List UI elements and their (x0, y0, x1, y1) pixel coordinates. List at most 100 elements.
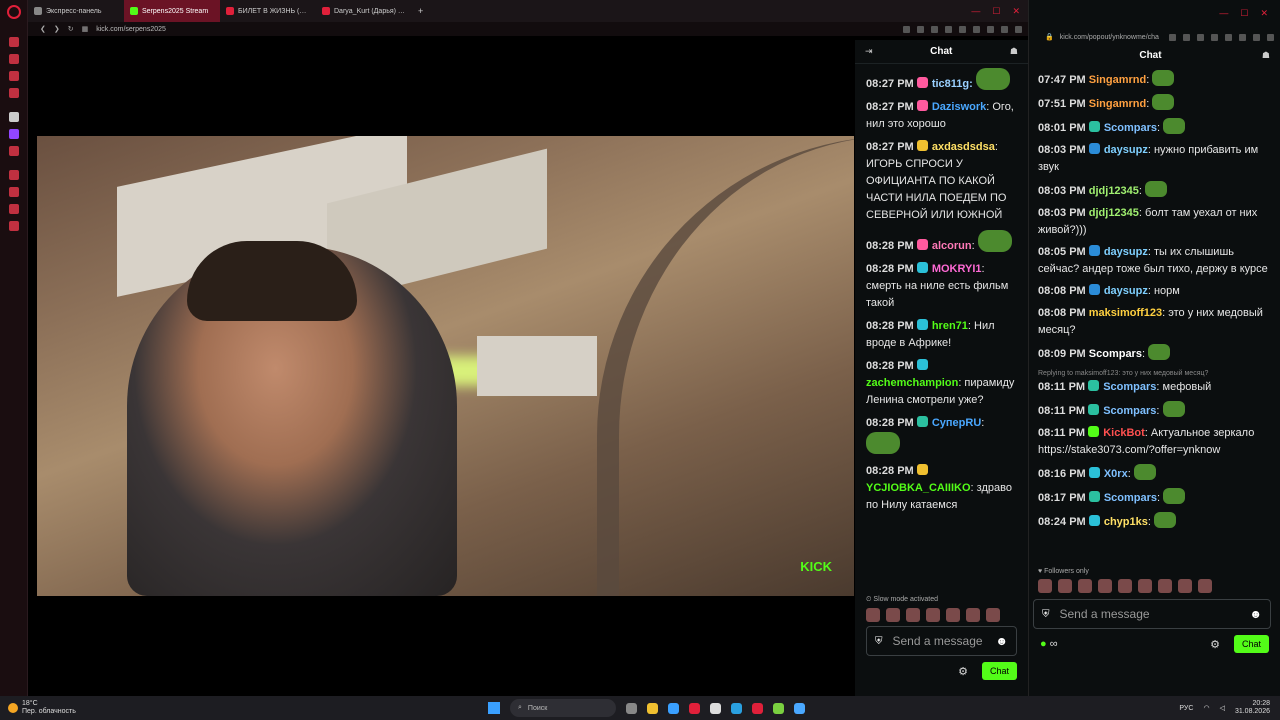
message-username[interactable]: MOKRYI1 (932, 263, 982, 275)
message-username[interactable]: daysupz (1104, 285, 1148, 297)
settings-icon[interactable] (8, 221, 19, 231)
emote-button[interactable] (1078, 579, 1092, 593)
message-username[interactable]: X0rx (1104, 468, 1128, 480)
sidebar-icon[interactable] (8, 146, 19, 156)
gear-icon[interactable]: ⚙ (1210, 638, 1220, 651)
sidebar-icon[interactable] (8, 88, 19, 98)
gear-icon[interactable]: ⚙ (958, 665, 968, 678)
toolbar-icon[interactable] (1267, 33, 1274, 41)
toolbar-icon[interactable] (1169, 33, 1176, 41)
emote-button[interactable] (866, 608, 880, 622)
telegram-icon[interactable] (731, 702, 742, 714)
message-username[interactable]: KickBot (1103, 427, 1145, 439)
wallet-icon[interactable] (973, 25, 980, 33)
toolbar-icon[interactable] (1211, 33, 1218, 41)
message-username[interactable]: Scompars (1104, 492, 1157, 504)
speed-dial-icon[interactable]: ▦ (82, 25, 89, 33)
download-icon[interactable] (1001, 25, 1008, 33)
message-username[interactable]: alcorun (932, 240, 972, 252)
url-field[interactable]: kick.com/serpens2025 (96, 26, 166, 33)
minimize-icon[interactable]: — (1219, 8, 1228, 30)
emote-button[interactable] (1098, 579, 1112, 593)
message-username[interactable]: djdj12345 (1089, 207, 1139, 219)
extension-icon[interactable] (987, 25, 994, 33)
opera-logo-icon[interactable] (6, 5, 21, 19)
explorer-icon[interactable] (647, 702, 658, 714)
toolbar-icon[interactable] (1197, 33, 1204, 41)
message-username[interactable]: tic811g: (932, 78, 973, 90)
taskbar-search[interactable]: ⌕ Поиск (510, 699, 616, 717)
toolbar-icon[interactable] (1253, 33, 1260, 41)
sidebar-icon[interactable] (8, 204, 19, 214)
message-username[interactable]: hren71 (932, 320, 968, 332)
sidebar-icon[interactable] (8, 37, 19, 47)
message-username[interactable]: Scompars (1103, 405, 1156, 417)
app-icon[interactable] (773, 702, 784, 714)
message-username[interactable]: Scompars (1089, 348, 1142, 360)
task-view-icon[interactable] (626, 702, 637, 714)
menu-icon[interactable] (1015, 25, 1022, 33)
language-indicator[interactable]: РУС (1179, 705, 1193, 712)
toolbar-icon[interactable] (1225, 33, 1232, 41)
chrome-icon[interactable] (689, 702, 700, 714)
start-icon[interactable] (488, 702, 500, 714)
users-icon[interactable]: ☗ (1010, 46, 1018, 57)
sidebar-icon[interactable] (8, 71, 19, 81)
camera-icon[interactable] (931, 25, 938, 33)
emote-button[interactable] (946, 608, 960, 622)
popout-chat-input[interactable]: ⛨ Send a message ☻ (1033, 599, 1271, 629)
emoji-icon[interactable]: ☻ (995, 634, 1008, 648)
toolbar-icon[interactable] (1183, 33, 1190, 41)
twitch-icon[interactable] (8, 129, 19, 139)
toolbar-icon[interactable] (1239, 33, 1246, 41)
zoom-icon[interactable] (903, 25, 910, 33)
volume-icon[interactable]: ◁ (1220, 704, 1225, 712)
aria-icon[interactable] (8, 112, 19, 122)
users-icon[interactable]: ☗ (1262, 50, 1270, 61)
browser-tab[interactable]: Darya_Kurt (Дарья) | Про (316, 0, 412, 22)
message-username[interactable]: Singamrnd (1089, 98, 1146, 110)
stream-video[interactable]: KICK (37, 136, 854, 596)
emote-button[interactable] (966, 608, 980, 622)
yandex-icon[interactable] (710, 702, 721, 714)
message-username[interactable]: Scompars (1104, 122, 1157, 134)
close-icon[interactable]: ✕ (1012, 6, 1020, 17)
chat-input[interactable]: ⛨ Send a message ☻ (866, 626, 1017, 656)
app-icon[interactable] (794, 702, 805, 714)
weather-widget[interactable]: 18°C Пер. облачность (0, 700, 120, 716)
emote-button[interactable] (986, 608, 1000, 622)
wifi-icon[interactable]: ◠ (1203, 704, 1209, 712)
close-icon[interactable]: ✕ (1260, 8, 1268, 30)
emote-button[interactable] (1038, 579, 1052, 593)
popout-send-chat-button[interactable]: Chat (1233, 635, 1269, 653)
message-username[interactable]: axdasdsdsa (932, 141, 995, 153)
reload-icon[interactable]: ↻ (68, 25, 74, 33)
history-icon[interactable] (8, 187, 19, 197)
message-username[interactable]: YCJIOBKA_CAIIIKO (866, 482, 971, 494)
emote-button[interactable] (1138, 579, 1152, 593)
browser-tab[interactable]: Экспресс-панель (28, 0, 124, 22)
message-username[interactable]: djdj12345 (1089, 185, 1139, 197)
emote-button[interactable] (886, 608, 900, 622)
store-icon[interactable] (668, 702, 679, 714)
send-icon[interactable] (945, 25, 952, 33)
browser-tab[interactable]: Serpens2025 Stream (124, 0, 220, 22)
shield-icon[interactable] (917, 25, 924, 33)
new-tab-button[interactable]: + (412, 6, 429, 16)
emote-button[interactable] (1158, 579, 1172, 593)
opera-icon[interactable] (752, 702, 763, 714)
emote-button[interactable] (1198, 579, 1212, 593)
message-username[interactable]: СупeрRU (932, 417, 981, 429)
sidebar-icon[interactable] (8, 54, 19, 64)
emoji-icon[interactable]: ☻ (1249, 607, 1262, 621)
popout-url-field[interactable]: kick.com/popout/ynknowme/cha (1060, 34, 1159, 41)
collapse-chat-icon[interactable]: ⇥ (865, 46, 873, 57)
message-username[interactable]: Daziswork (932, 101, 986, 113)
forward-icon[interactable]: ❯ (54, 25, 60, 33)
maximize-icon[interactable]: ☐ (1240, 8, 1248, 30)
message-username[interactable]: Scompars (1103, 381, 1156, 393)
message-username[interactable]: zachemchampion (866, 377, 958, 389)
sidebar-icon[interactable] (8, 170, 19, 180)
heart-icon[interactable] (959, 25, 966, 33)
message-username[interactable]: Singamrnd (1089, 74, 1146, 86)
